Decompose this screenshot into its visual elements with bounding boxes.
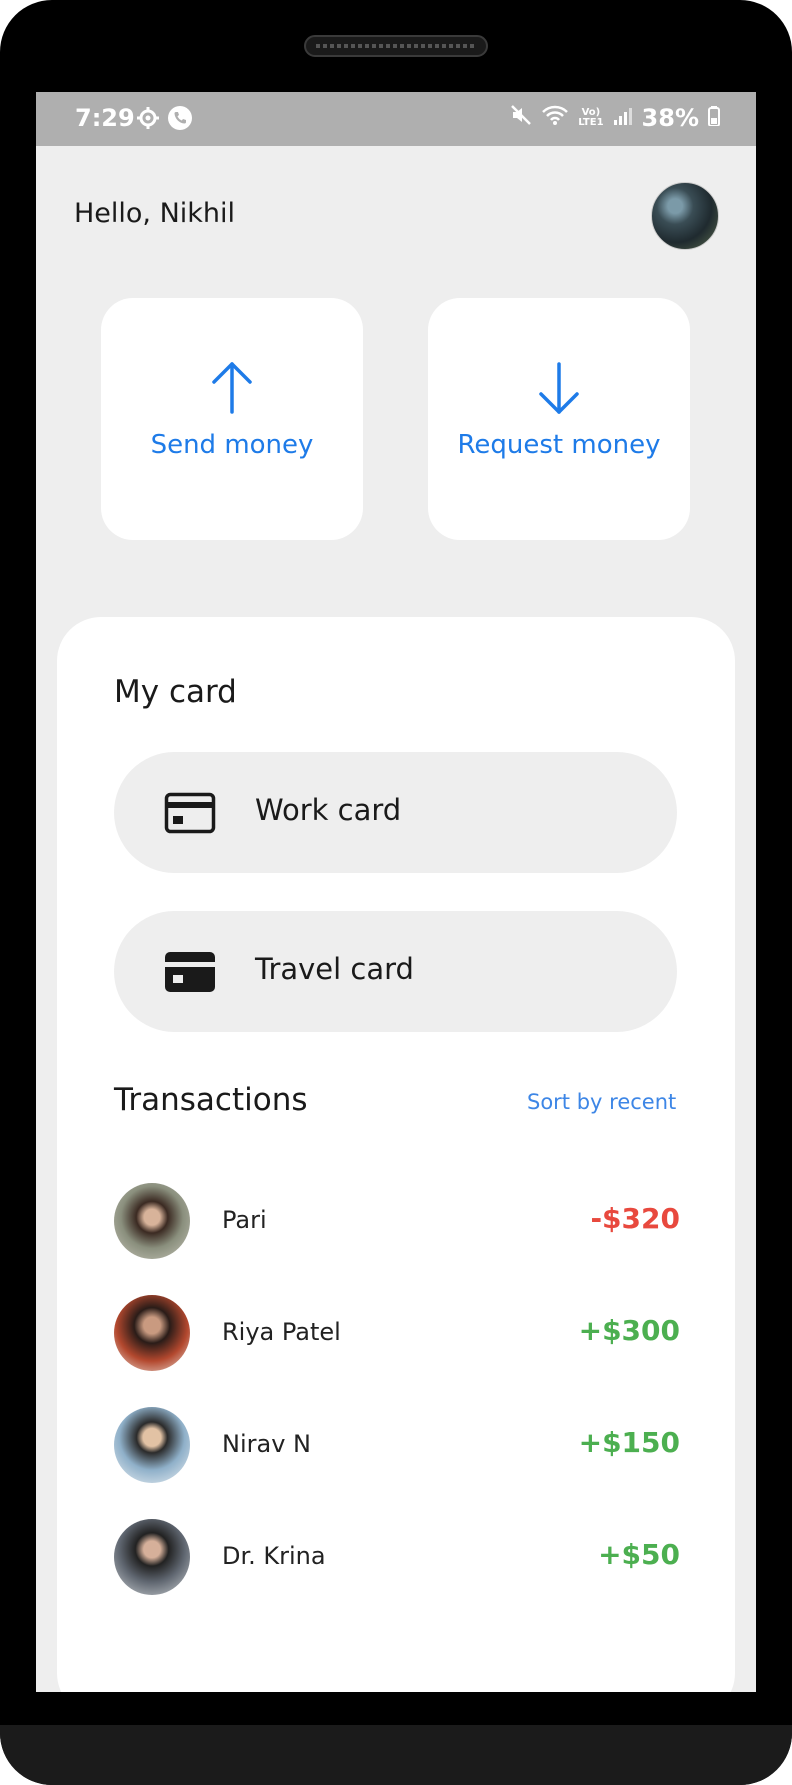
credit-card-filled-icon [164, 951, 216, 997]
my-card-title: My card [114, 674, 237, 710]
transactions-title: Transactions [114, 1082, 308, 1118]
request-money-label: Request money [457, 430, 661, 460]
sort-by-recent-link[interactable]: Sort by recent [527, 1090, 676, 1114]
send-money-label: Send money [150, 430, 314, 460]
greeting-text: Hello, Nikhil [74, 198, 236, 229]
main-panel: My card Work card Travel card Transactio… [57, 617, 735, 1692]
send-money-button[interactable]: Send money [101, 298, 363, 540]
lte-label: LTE1 [578, 117, 604, 128]
transaction-row[interactable]: Dr. Krina +$50 [114, 1519, 680, 1595]
transaction-row[interactable]: Riya Patel +$300 [114, 1295, 680, 1371]
avatar [114, 1183, 190, 1259]
transaction-name: Riya Patel [222, 1318, 341, 1346]
transaction-name: Dr. Krina [222, 1542, 326, 1570]
request-money-button[interactable]: Request money [428, 298, 690, 540]
phone-frame: 7:29 Vo) LTE1 38% Hello, Nikhil Send mon… [0, 0, 792, 1785]
arrow-down-icon [535, 360, 583, 420]
battery-icon [708, 104, 720, 132]
profile-avatar[interactable] [651, 182, 719, 250]
signal-icon [613, 104, 633, 132]
transaction-row[interactable]: Pari -$320 [114, 1183, 680, 1259]
avatar [114, 1407, 190, 1483]
settings-icon [136, 106, 160, 136]
transaction-name: Pari [222, 1206, 267, 1234]
app-screen: 7:29 Vo) LTE1 38% Hello, Nikhil Send mon… [36, 92, 756, 1692]
credit-card-outline-icon [164, 792, 216, 838]
work-card-label: Work card [255, 793, 402, 827]
mute-icon [510, 104, 532, 132]
phone-chin [0, 1725, 792, 1785]
transaction-amount: +$150 [578, 1426, 680, 1459]
volte-icon: Vo) LTE1 [578, 108, 603, 128]
avatar [114, 1295, 190, 1371]
avatar [114, 1519, 190, 1595]
wifi-icon [541, 104, 569, 132]
travel-card-label: Travel card [255, 952, 414, 986]
transaction-amount: -$320 [590, 1202, 680, 1235]
speaker-grille [304, 35, 488, 57]
battery-percent: 38% [641, 104, 699, 132]
arrow-up-icon [208, 360, 256, 420]
status-bar: 7:29 Vo) LTE1 38% [36, 92, 756, 146]
travel-card-item[interactable]: Travel card [114, 911, 677, 1032]
transaction-amount: +$50 [598, 1538, 680, 1571]
work-card-item[interactable]: Work card [114, 752, 677, 873]
transaction-name: Nirav N [222, 1430, 311, 1458]
phone-call-icon [168, 106, 192, 136]
transaction-amount: +$300 [578, 1314, 680, 1347]
status-time: 7:29 [75, 104, 135, 132]
transaction-row[interactable]: Nirav N +$150 [114, 1407, 680, 1483]
